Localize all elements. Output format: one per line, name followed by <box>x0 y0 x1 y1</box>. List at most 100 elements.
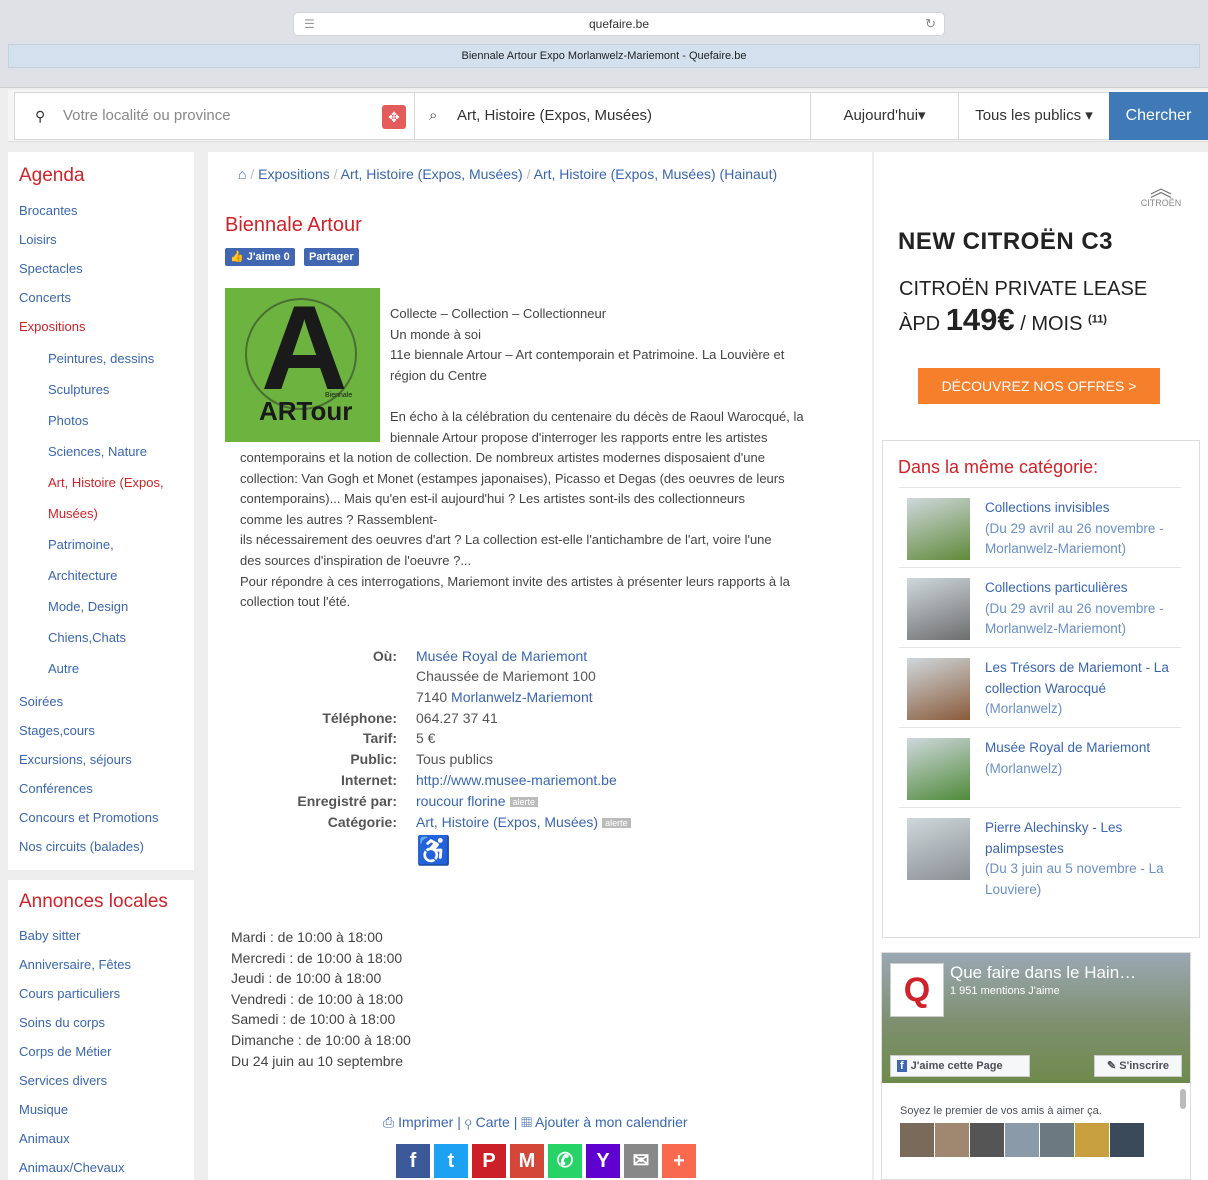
citroen-logo[interactable]: ︽ CITROËN <box>1136 178 1186 209</box>
sidebar-item[interactable]: Sculptures <box>48 382 109 397</box>
item-title[interactable]: Musée Royal de Mariemont <box>985 738 1175 759</box>
fb-cover-image[interactable]: Q Que faire dans le Hain… 1 951 mentions… <box>882 953 1190 1083</box>
fb-scrollbar[interactable] <box>1180 1089 1186 1109</box>
yahoo-icon[interactable]: Y <box>586 1144 620 1178</box>
sidebar-item[interactable]: Animaux/Chevaux <box>19 1160 125 1175</box>
sidebar-item[interactable]: Anniversaire, Fêtes <box>19 957 131 972</box>
fb-like-button[interactable]: 👍 J'aime 0 <box>225 248 295 266</box>
home-icon[interactable]: ⌂ <box>238 166 246 182</box>
fb-share-button[interactable]: Partager <box>304 248 359 266</box>
sidebar-item[interactable]: Concours et Promotions <box>19 810 158 825</box>
thumbnail[interactable] <box>907 658 970 720</box>
website-label: Internet: <box>341 772 397 788</box>
sidebar-item[interactable]: Concerts <box>19 290 71 305</box>
reload-icon[interactable]: ↻ <box>925 13 936 35</box>
calendar-link[interactable]: Ajouter à mon calendrier <box>535 1114 688 1130</box>
same-category-item[interactable]: Collections invisibles (Du 29 avril au 26… <box>899 487 1181 567</box>
location-input[interactable]: ⚲ Votre localité ou province ✥ <box>14 92 415 140</box>
item-title[interactable]: Collections particulières <box>985 578 1175 599</box>
thumbnail[interactable] <box>907 498 970 560</box>
fb-subscribe-button[interactable]: ✎ S'inscrire <box>1094 1055 1182 1077</box>
print-link[interactable]: Imprimer <box>398 1114 453 1130</box>
thumbnail[interactable] <box>907 738 970 800</box>
fb-page-logo[interactable]: Q <box>890 963 944 1017</box>
map-link[interactable]: Carte <box>476 1114 510 1130</box>
reader-icon[interactable]: ☰ <box>304 13 315 35</box>
item-title[interactable]: Les Trésors de Mariemont - La collection… <box>985 658 1175 699</box>
sidebar-item[interactable]: Sciences, Nature <box>48 444 147 459</box>
breadcrumb-item[interactable]: Art, Histoire (Expos, Musées) (Hainaut) <box>534 166 778 182</box>
search-button[interactable]: Chercher <box>1109 92 1208 140</box>
alert-badge[interactable]: alerte <box>602 818 631 829</box>
calendar-icon[interactable]: ▦ <box>521 1114 532 1130</box>
sidebar-item[interactable]: Photos <box>48 413 88 428</box>
sidebar-item[interactable]: Patrimoine, <box>48 537 114 552</box>
registered-by-link[interactable]: roucour florine <box>416 793 506 809</box>
avatar[interactable] <box>900 1123 934 1157</box>
breadcrumb-item[interactable]: Expositions <box>258 166 330 182</box>
alert-badge[interactable]: alerte <box>509 797 539 808</box>
sidebar-item[interactable]: Musées) <box>48 506 98 521</box>
thumbnail[interactable] <box>907 578 970 640</box>
avatar[interactable] <box>970 1123 1004 1157</box>
date-dropdown[interactable]: Aujourd'hui▾ <box>810 92 959 140</box>
venue-link[interactable]: Musée Royal de Mariemont <box>416 648 587 664</box>
facebook-icon[interactable]: f <box>396 1144 430 1178</box>
url-bar[interactable]: ☰ quefaire.be ↻ <box>293 12 945 36</box>
print-icon[interactable]: ⎙ <box>383 1114 394 1130</box>
fb-like-page-button[interactable]: f J'aime cette Page <box>890 1055 1030 1077</box>
sidebar-item[interactable]: Musique <box>19 1102 68 1117</box>
avatar[interactable] <box>1075 1123 1109 1157</box>
avatar[interactable] <box>1005 1123 1039 1157</box>
tab-active[interactable]: Biennale Artour Expo Morlanwelz-Mariemon… <box>8 44 1200 68</box>
sidebar-item[interactable]: Conférences <box>19 781 93 796</box>
sidebar-item[interactable]: Services divers <box>19 1073 107 1088</box>
pinterest-icon[interactable]: P <box>472 1144 506 1178</box>
avatar[interactable] <box>1040 1123 1074 1157</box>
same-category-item[interactable]: Pierre Alechinsky - Les palimpsestes (Du … <box>899 807 1181 897</box>
sidebar-item[interactable]: Chiens,Chats <box>48 630 126 645</box>
sidebar-item[interactable]: Nos circuits (balades) <box>19 839 144 854</box>
sidebar-item[interactable]: Excursions, séjours <box>19 752 132 767</box>
sidebar-item[interactable]: Stages,cours <box>19 723 95 738</box>
sidebar-item[interactable]: Animaux <box>19 1131 70 1146</box>
item-title[interactable]: Pierre Alechinsky - Les palimpsestes <box>985 818 1175 859</box>
sidebar-item[interactable]: Autre <box>48 661 79 676</box>
website-link[interactable]: http://www.musee-mariemont.be <box>416 772 617 788</box>
breadcrumb-item[interactable]: Art, Histoire (Expos, Musées) <box>341 166 523 182</box>
ad-headline[interactable]: NEW CITROËN C3 <box>898 228 1113 256</box>
same-category-item[interactable]: Collections particulières (Du 29 avril au… <box>899 567 1181 647</box>
sidebar-item[interactable]: Peintures, dessins <box>48 351 154 366</box>
gmail-icon[interactable]: M <box>510 1144 544 1178</box>
ad-offer-button[interactable]: DÉCOUVREZ NOS OFFRES > <box>918 368 1160 404</box>
same-category-item[interactable]: Les Trésors de Mariemont - La collection… <box>899 647 1181 727</box>
locate-me-icon[interactable]: ✥ <box>382 105 406 129</box>
thumbnail[interactable] <box>907 818 970 880</box>
email-icon[interactable]: ✉ <box>624 1144 658 1178</box>
city-link[interactable]: Morlanwelz-Mariemont <box>451 689 593 705</box>
sidebar-item[interactable]: Soirées <box>19 694 63 709</box>
map-pin-icon[interactable]: ⚲ <box>465 1114 472 1130</box>
sidebar-item[interactable]: Art, Histoire (Expos, <box>48 475 164 490</box>
sidebar-item[interactable]: Cours particuliers <box>19 986 120 1001</box>
sidebar-item[interactable]: Corps de Métier <box>19 1044 111 1059</box>
item-title[interactable]: Collections invisibles <box>985 498 1175 519</box>
whatsapp-icon[interactable]: ✆ <box>548 1144 582 1178</box>
sidebar-item[interactable]: Baby sitter <box>19 928 80 943</box>
public-dropdown[interactable]: Tous les publics ▾ <box>958 92 1110 140</box>
addthis-icon[interactable]: + <box>662 1144 696 1178</box>
sidebar-item[interactable]: Architecture <box>48 568 117 583</box>
sidebar-item[interactable]: Brocantes <box>19 203 78 218</box>
sidebar-item[interactable]: Soins du corps <box>19 1015 105 1030</box>
twitter-icon[interactable]: t <box>434 1144 468 1178</box>
category-link[interactable]: Art, Histoire (Expos, Musées) <box>416 814 598 830</box>
same-category-item[interactable]: Musée Royal de Mariemont (Morlanwelz) <box>899 727 1181 807</box>
fb-page-name[interactable]: Que faire dans le Hain… <box>950 963 1136 983</box>
sidebar-item[interactable]: Spectacles <box>19 261 83 276</box>
avatar[interactable] <box>935 1123 969 1157</box>
category-input[interactable]: ⌕ Art, Histoire (Expos, Musées) <box>414 92 811 140</box>
sidebar-item[interactable]: Mode, Design <box>48 599 128 614</box>
sidebar-item[interactable]: Expositions <box>19 319 85 334</box>
sidebar-item[interactable]: Loisirs <box>19 232 57 247</box>
avatar[interactable] <box>1110 1123 1144 1157</box>
